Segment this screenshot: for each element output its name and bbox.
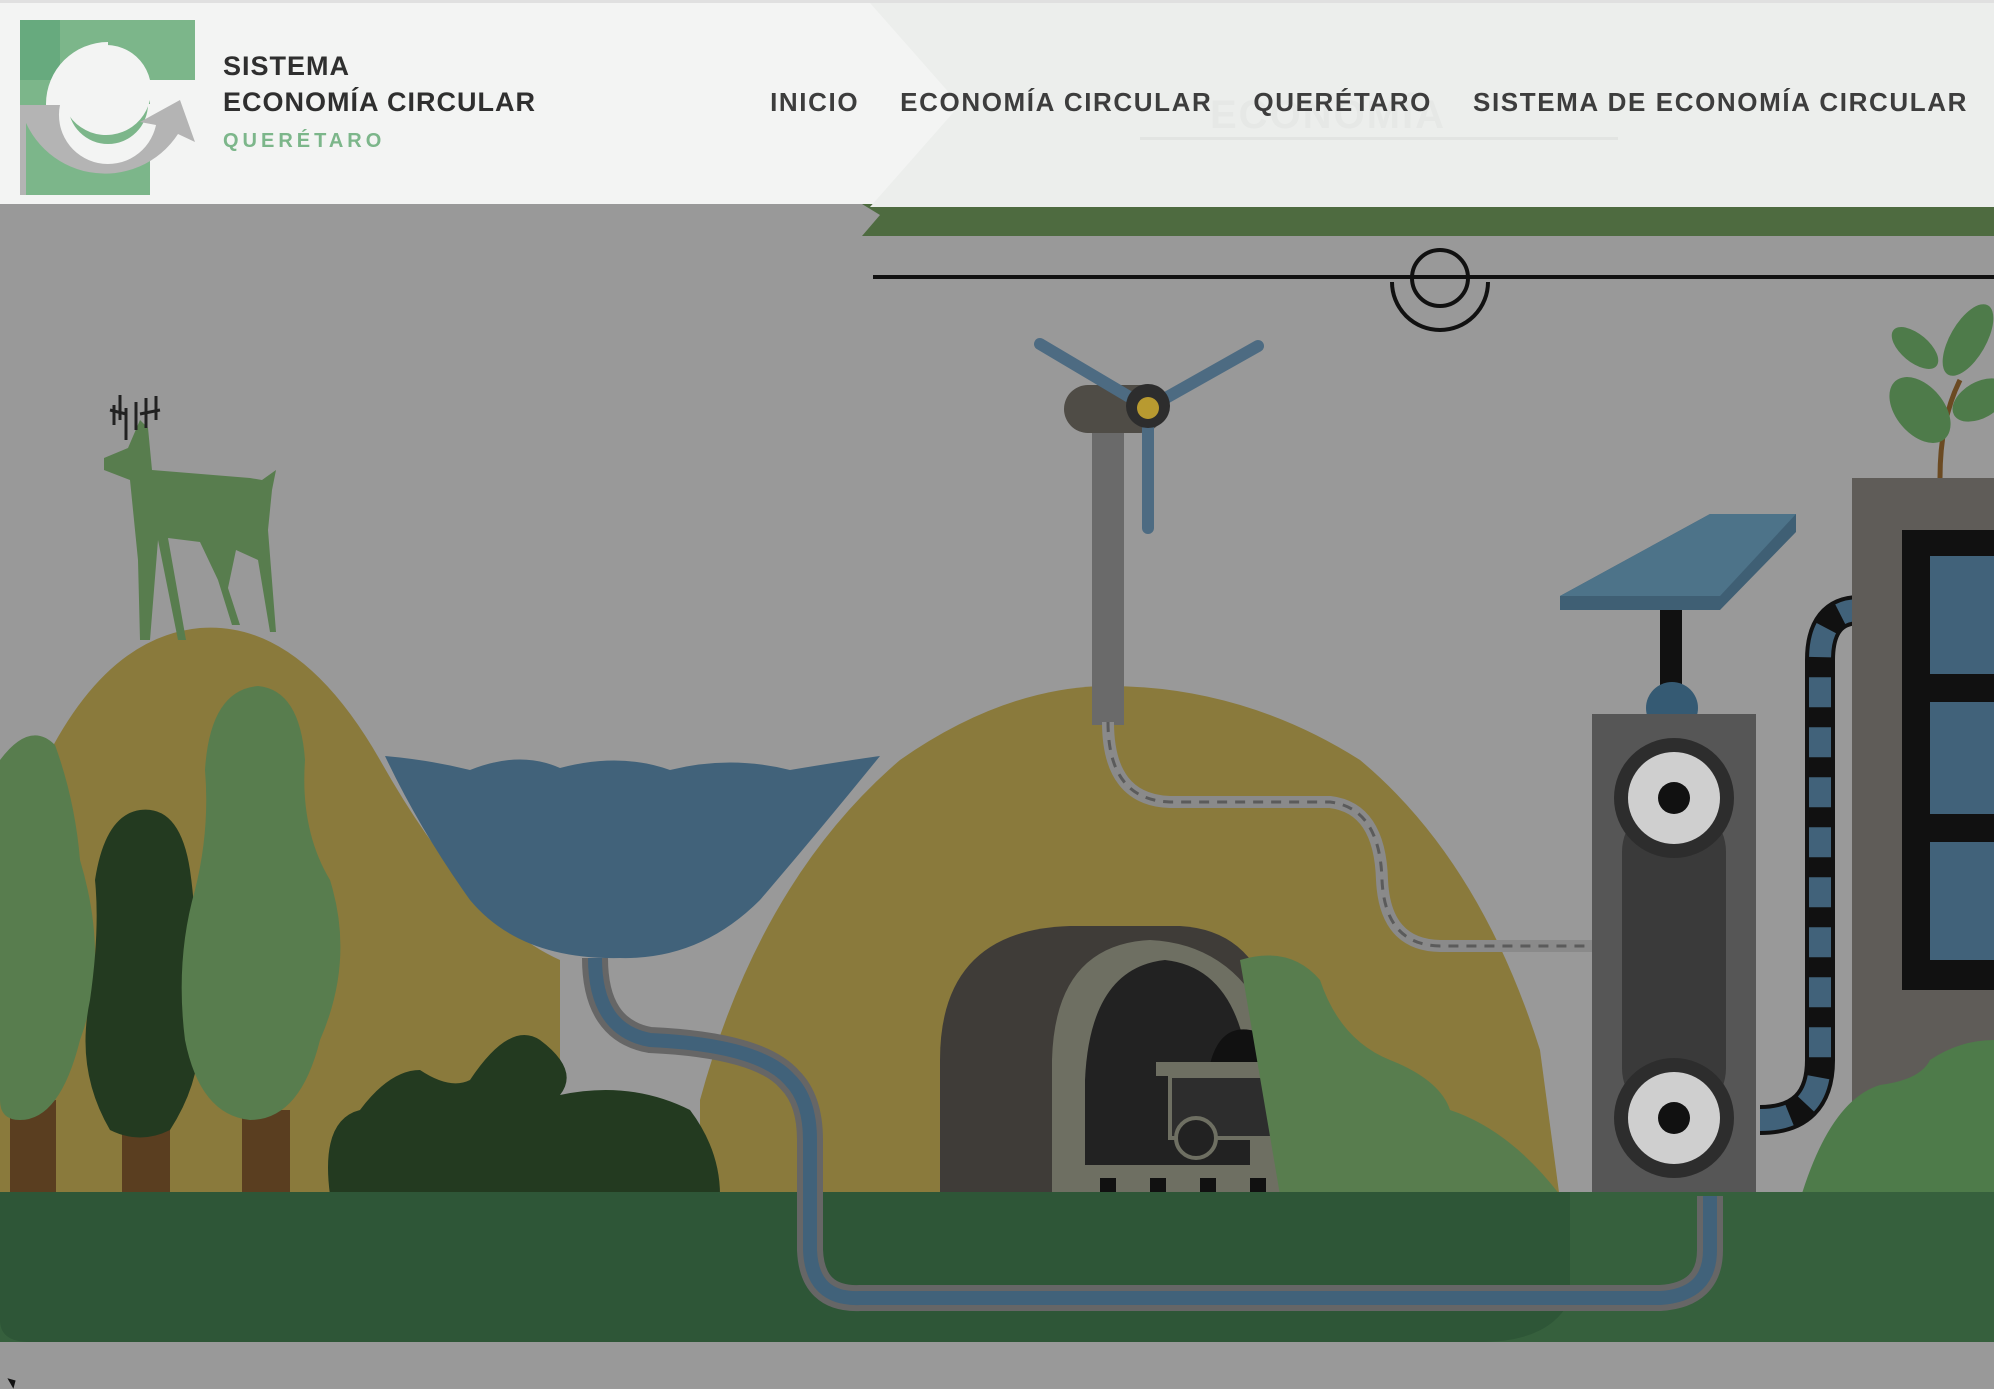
- top-strip: [862, 204, 1994, 236]
- brand-line-sistema: SISTEMA: [223, 51, 351, 81]
- conveyor-machine: [1592, 714, 1756, 1196]
- nav-item-sistema[interactable]: SISTEMA DE ECONOMÍA CIRCULAR: [1473, 87, 1968, 118]
- nav-item-economia-circular[interactable]: ECONOMÍA CIRCULAR: [900, 87, 1212, 118]
- brand-line-queretaro: QUERÉTARO: [223, 130, 386, 152]
- main-nav: INICIO ECONOMÍA CIRCULAR QUERÉTARO SISTE…: [770, 87, 1968, 118]
- nav-item-inicio[interactable]: INICIO: [770, 87, 859, 118]
- site-header: ECONOMÍA SISTEMA ECONOMÍA CIRCULAR QUERÉ…: [0, 0, 1994, 207]
- hero-illustration: [0, 204, 1994, 1388]
- brand-line-economia: ECONOMÍA CIRCULAR: [223, 87, 536, 117]
- ghost-underline: [1140, 137, 1618, 140]
- circular-logo-icon[interactable]: [20, 20, 195, 195]
- nav-item-queretaro[interactable]: QUERÉTARO: [1253, 87, 1432, 118]
